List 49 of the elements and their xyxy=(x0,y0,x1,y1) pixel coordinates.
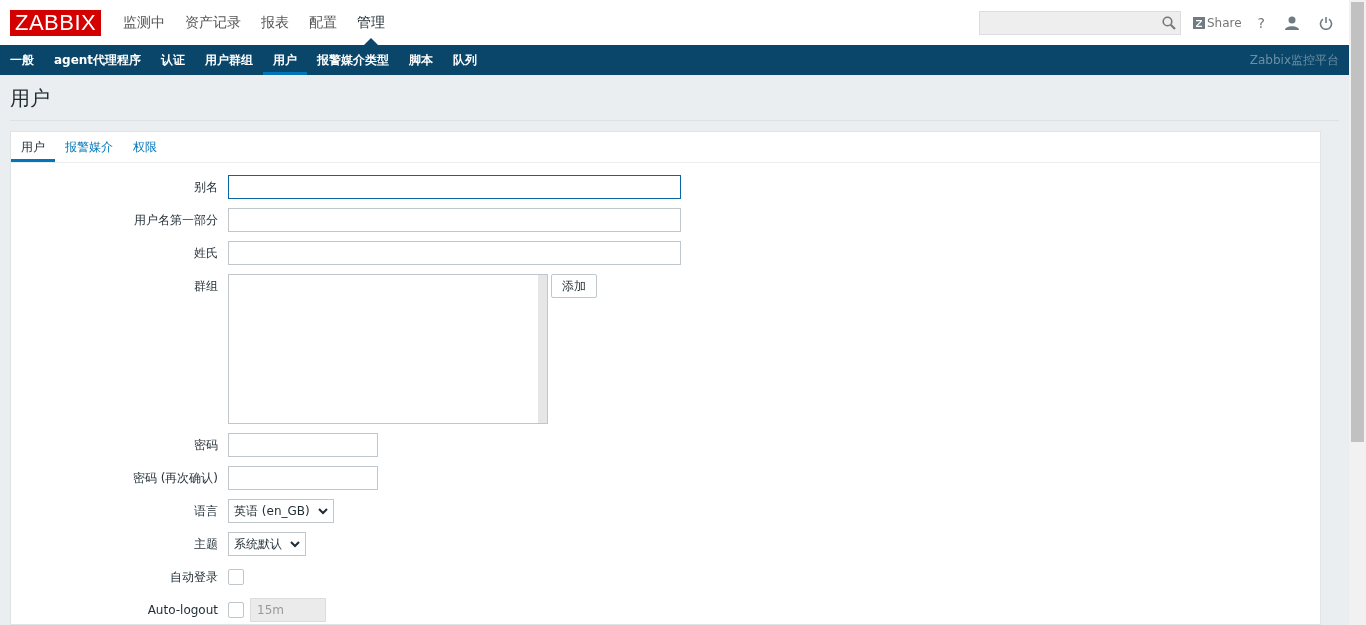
select-dropdown[interactable]: 英语 (en_GB) xyxy=(228,499,334,523)
share-link[interactable]: Share xyxy=(1192,15,1242,30)
field-label: 语言 xyxy=(193,503,218,520)
logo[interactable]: ZABBIX xyxy=(10,9,102,36)
chevron-down-icon xyxy=(290,540,300,548)
add-button[interactable]: 添加 xyxy=(551,274,597,298)
submenu-item[interactable]: 队列 xyxy=(443,45,488,75)
password-input[interactable] xyxy=(228,466,378,490)
search-field[interactable] xyxy=(978,10,1181,35)
field-label: 主题 xyxy=(193,536,218,553)
search-icon[interactable] xyxy=(1161,15,1176,30)
field-label: 密码 xyxy=(193,437,218,454)
menu-item[interactable]: 管理 xyxy=(347,0,396,45)
user-icon[interactable] xyxy=(1285,15,1299,30)
menu-item[interactable]: 监测中 xyxy=(113,0,176,45)
server-name: Zabbix监控平台 xyxy=(1249,51,1339,69)
menu-item[interactable]: 报表 xyxy=(251,0,300,45)
submenu-item[interactable]: 脚本 xyxy=(399,45,444,75)
menu-item[interactable]: 资产记录 xyxy=(175,0,252,45)
submenu-item[interactable]: 一般 xyxy=(0,45,44,75)
tab[interactable]: 报警媒介 xyxy=(55,135,123,162)
submenu-item[interactable]: 报警媒介类型 xyxy=(307,45,400,75)
field-label: 姓氏 xyxy=(193,245,218,262)
page-title: 用户 xyxy=(10,85,1339,121)
field-label: 群组 xyxy=(193,278,218,295)
submenu-item[interactable]: 用户群组 xyxy=(195,45,264,75)
text-input[interactable] xyxy=(228,241,681,265)
help-link[interactable]: ? xyxy=(1257,14,1265,31)
field-label: 用户名第一部分 xyxy=(133,212,218,229)
chevron-down-icon xyxy=(317,507,328,515)
power-icon[interactable] xyxy=(1319,15,1333,30)
tab[interactable]: 用户 xyxy=(11,135,55,162)
select-dropdown[interactable]: 系统默认 xyxy=(228,532,306,556)
checkbox[interactable] xyxy=(228,569,244,585)
field-label: 别名 xyxy=(193,179,218,196)
submenu-item[interactable]: agent代理程序 xyxy=(44,45,152,75)
group-list[interactable] xyxy=(228,274,548,424)
password-input[interactable] xyxy=(228,433,378,457)
submenu-item[interactable]: 认证 xyxy=(151,45,196,75)
text-input[interactable] xyxy=(228,175,681,199)
submenu-item[interactable]: 用户 xyxy=(263,45,308,75)
field-label: 自动登录 xyxy=(169,569,218,586)
text-input[interactable] xyxy=(228,208,681,232)
menu-item[interactable]: 配置 xyxy=(299,0,348,45)
tab[interactable]: 权限 xyxy=(123,135,167,162)
field-label: 密码 (再次确认) xyxy=(131,470,218,487)
z-logo-icon xyxy=(1192,16,1205,29)
field-label: Auto-logout xyxy=(146,602,218,619)
scrollbar[interactable] xyxy=(1349,0,1366,625)
